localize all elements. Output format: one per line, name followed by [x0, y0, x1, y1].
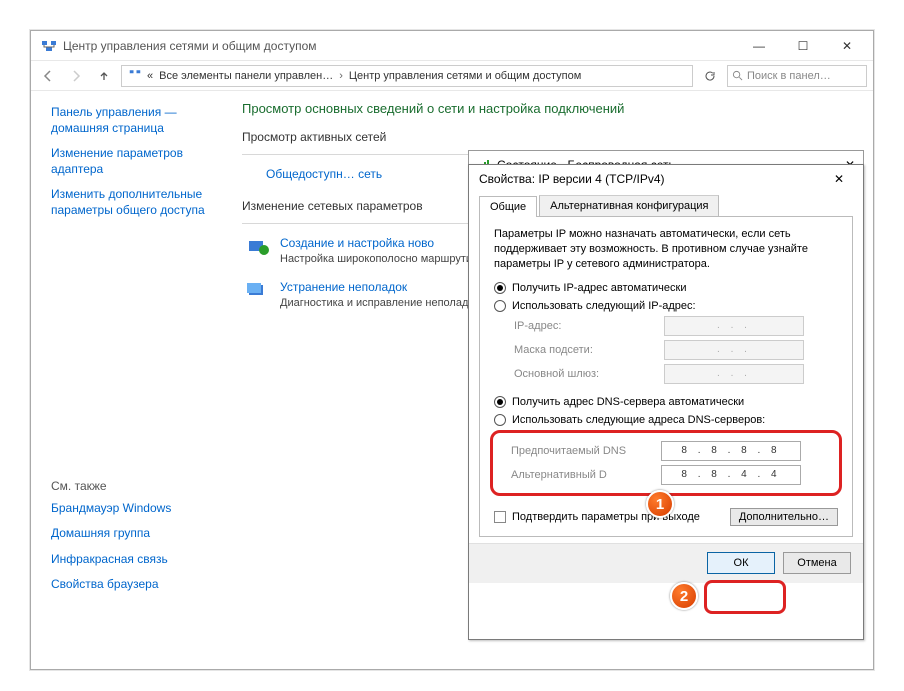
radio-label: Использовать следующий IP-адрес:	[512, 300, 696, 312]
search-input[interactable]: Поиск в панел…	[727, 65, 867, 87]
radio-dns-manual[interactable]: Использовать следующие адреса DNS-сервер…	[494, 414, 838, 426]
active-networks-heading: Просмотр активных сетей	[242, 130, 857, 144]
preferred-dns-input[interactable]: 8 . 8 . 8 . 8	[661, 441, 801, 461]
sidebar-link-sharing[interactable]: Изменить дополнительные параметры общего…	[51, 187, 218, 218]
breadcrumb-item[interactable]: Центр управления сетями и общим доступом	[346, 70, 584, 82]
task-desc: Диагностика и исправление неполадок.	[280, 296, 482, 310]
breadcrumb-item[interactable]: Все элементы панели управлен…	[156, 70, 336, 82]
dns-fields-highlight: Предпочитаемый DNS8 . 8 . 8 . 8 Альтерна…	[490, 430, 842, 496]
radio-label: Получить IP-адрес автоматически	[512, 282, 686, 294]
window-title: Центр управления сетями и общим доступом	[63, 39, 737, 53]
annotation-badge-2: 2	[670, 582, 698, 610]
ipv4-properties-dialog: Свойства: IP версии 4 (TCP/IPv4) ✕ Общие…	[468, 164, 864, 640]
search-placeholder: Поиск в панел…	[747, 70, 831, 82]
validate-checkbox[interactable]	[494, 511, 506, 523]
ip-address-input: . . .	[664, 316, 804, 336]
advanced-button[interactable]: Дополнительно…	[730, 508, 838, 526]
minimize-button[interactable]: —	[737, 32, 781, 60]
description-text: Параметры IP можно назначать автоматичес…	[494, 227, 838, 272]
maximize-button[interactable]: ☐	[781, 32, 825, 60]
radio-label: Получить адрес DNS-сервера автоматически	[512, 396, 744, 408]
radio-ip-manual[interactable]: Использовать следующий IP-адрес:	[494, 300, 838, 312]
preferred-dns-label: Предпочитаемый DNS	[511, 445, 661, 457]
sidebar-link-homegroup[interactable]: Домашняя группа	[51, 526, 218, 542]
subnet-mask-label: Маска подсети:	[514, 344, 664, 356]
dialog-title: Свойства: IP версии 4 (TCP/IPv4)	[479, 172, 825, 186]
breadcrumb-item[interactable]: «	[144, 70, 156, 82]
alternate-dns-input[interactable]: 8 . 8 . 4 . 4	[661, 465, 801, 485]
ip-address-label: IP-адрес:	[514, 320, 664, 332]
alternate-dns-label: Альтернативный D	[511, 469, 661, 481]
dialog-footer: ОК Отмена	[469, 543, 863, 583]
page-heading: Просмотр основных сведений о сети и наст…	[242, 101, 857, 116]
radio-icon	[494, 300, 506, 312]
chevron-right-icon: ›	[336, 70, 346, 82]
radio-icon	[494, 282, 506, 294]
sidebar-link-adapter[interactable]: Изменение параметров адаптера	[51, 146, 218, 177]
sidebar-link-browser[interactable]: Свойства браузера	[51, 577, 218, 593]
radio-icon	[494, 414, 506, 426]
ok-button[interactable]: ОК	[707, 552, 775, 574]
gateway-label: Основной шлюз:	[514, 368, 664, 380]
tab-alternative[interactable]: Альтернативная конфигурация	[539, 195, 719, 216]
refresh-button[interactable]	[699, 65, 721, 87]
radio-dns-auto[interactable]: Получить адрес DNS-сервера автоматически	[494, 396, 838, 408]
titlebar: Центр управления сетями и общим доступом…	[31, 31, 873, 61]
tab-general[interactable]: Общие	[479, 196, 537, 217]
app-icon	[41, 38, 57, 54]
tabs: Общие Альтернативная конфигурация	[479, 195, 853, 217]
sidebar-link-firewall[interactable]: Брандмауэр Windows	[51, 501, 218, 517]
radio-ip-auto[interactable]: Получить IP-адрес автоматически	[494, 282, 838, 294]
sidebar-link-infrared[interactable]: Инфракрасная связь	[51, 552, 218, 568]
forward-button[interactable]	[65, 65, 87, 87]
sidebar: Панель управления — домашняя страница Из…	[31, 91, 226, 669]
annotation-badge-1: 1	[646, 490, 674, 518]
radio-label: Использовать следующие адреса DNS-сервер…	[512, 414, 765, 426]
validate-label: Подтвердить параметры при выходе	[512, 511, 700, 523]
see-also-label: См. также	[51, 479, 218, 493]
up-button[interactable]	[93, 65, 115, 87]
gateway-input: . . .	[664, 364, 804, 384]
troubleshoot-icon	[246, 280, 270, 304]
connection-icon	[246, 236, 270, 260]
back-button[interactable]	[37, 65, 59, 87]
close-icon[interactable]: ✕	[825, 167, 853, 191]
subnet-mask-input: . . .	[664, 340, 804, 360]
address-bar: « Все элементы панели управлен… › Центр …	[31, 61, 873, 91]
radio-icon	[494, 396, 506, 408]
app-icon-small	[126, 68, 144, 83]
task-title: Устранение неполадок	[280, 280, 482, 294]
close-button[interactable]: ✕	[825, 32, 869, 60]
tab-content-general: Параметры IP можно назначать автоматичес…	[479, 217, 853, 537]
sidebar-link-home[interactable]: Панель управления — домашняя страница	[51, 105, 218, 136]
breadcrumb[interactable]: « Все элементы панели управлен… › Центр …	[121, 65, 693, 87]
cancel-button[interactable]: Отмена	[783, 552, 851, 574]
